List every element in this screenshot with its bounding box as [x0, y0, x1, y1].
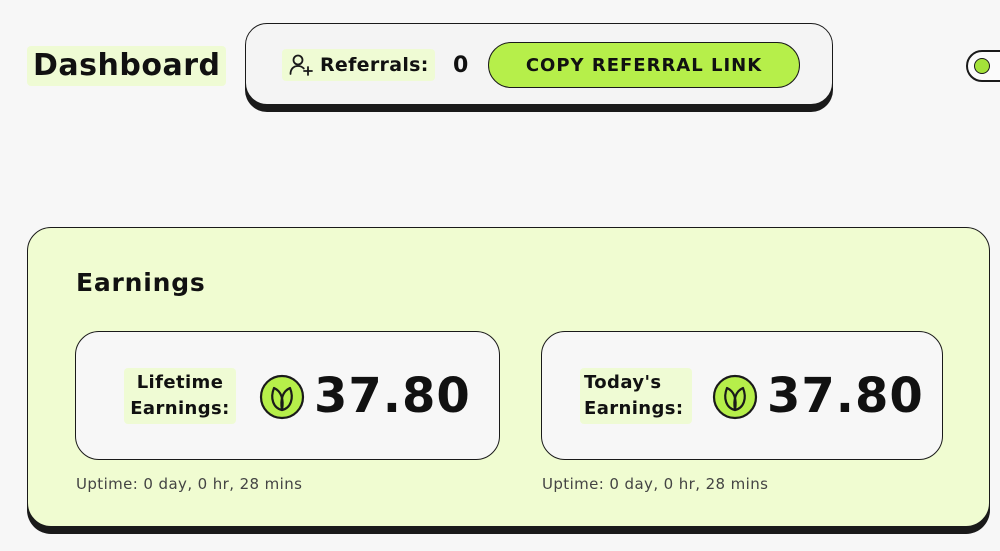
- referrals-label: Referrals:: [320, 54, 429, 76]
- theme-toggle[interactable]: [966, 50, 1000, 82]
- lifetime-earnings-label-line2: Earnings:: [130, 398, 230, 419]
- referrals-count: 0: [453, 53, 469, 78]
- todays-earnings-label-line1: Today's: [584, 372, 662, 393]
- todays-earnings-card: Today's Earnings: 37.80: [541, 331, 943, 460]
- lifetime-earnings-label: Lifetime Earnings:: [124, 368, 236, 424]
- page-title: Dashboard: [27, 46, 227, 86]
- todays-earnings-value: 37.80: [767, 368, 924, 424]
- leaf-token-icon: [712, 374, 758, 420]
- earnings-panel: Earnings Lifetime Earnings: 37.80 Uptime…: [27, 227, 990, 527]
- todays-uptime-text: Uptime: 0 day, 0 hr, 28 mins: [542, 475, 769, 493]
- referrals-label-chip: Referrals:: [282, 49, 435, 81]
- todays-earnings-label: Today's Earnings:: [580, 368, 692, 424]
- earnings-title: Earnings: [76, 268, 206, 297]
- copy-referral-link-button[interactable]: COPY REFERRAL LINK: [488, 42, 800, 88]
- add-user-icon: [288, 52, 314, 78]
- lifetime-earnings-value: 37.80: [314, 368, 471, 424]
- lifetime-earnings-label-line1: Lifetime: [136, 372, 224, 393]
- todays-earnings-label-line2: Earnings:: [584, 398, 684, 419]
- toggle-knob: [974, 58, 990, 74]
- referral-bar: Referrals: 0 COPY REFERRAL LINK: [245, 23, 833, 105]
- lifetime-earnings-card: Lifetime Earnings: 37.80: [75, 331, 500, 460]
- lifetime-uptime-text: Uptime: 0 day, 0 hr, 28 mins: [76, 475, 303, 493]
- leaf-token-icon: [259, 374, 305, 420]
